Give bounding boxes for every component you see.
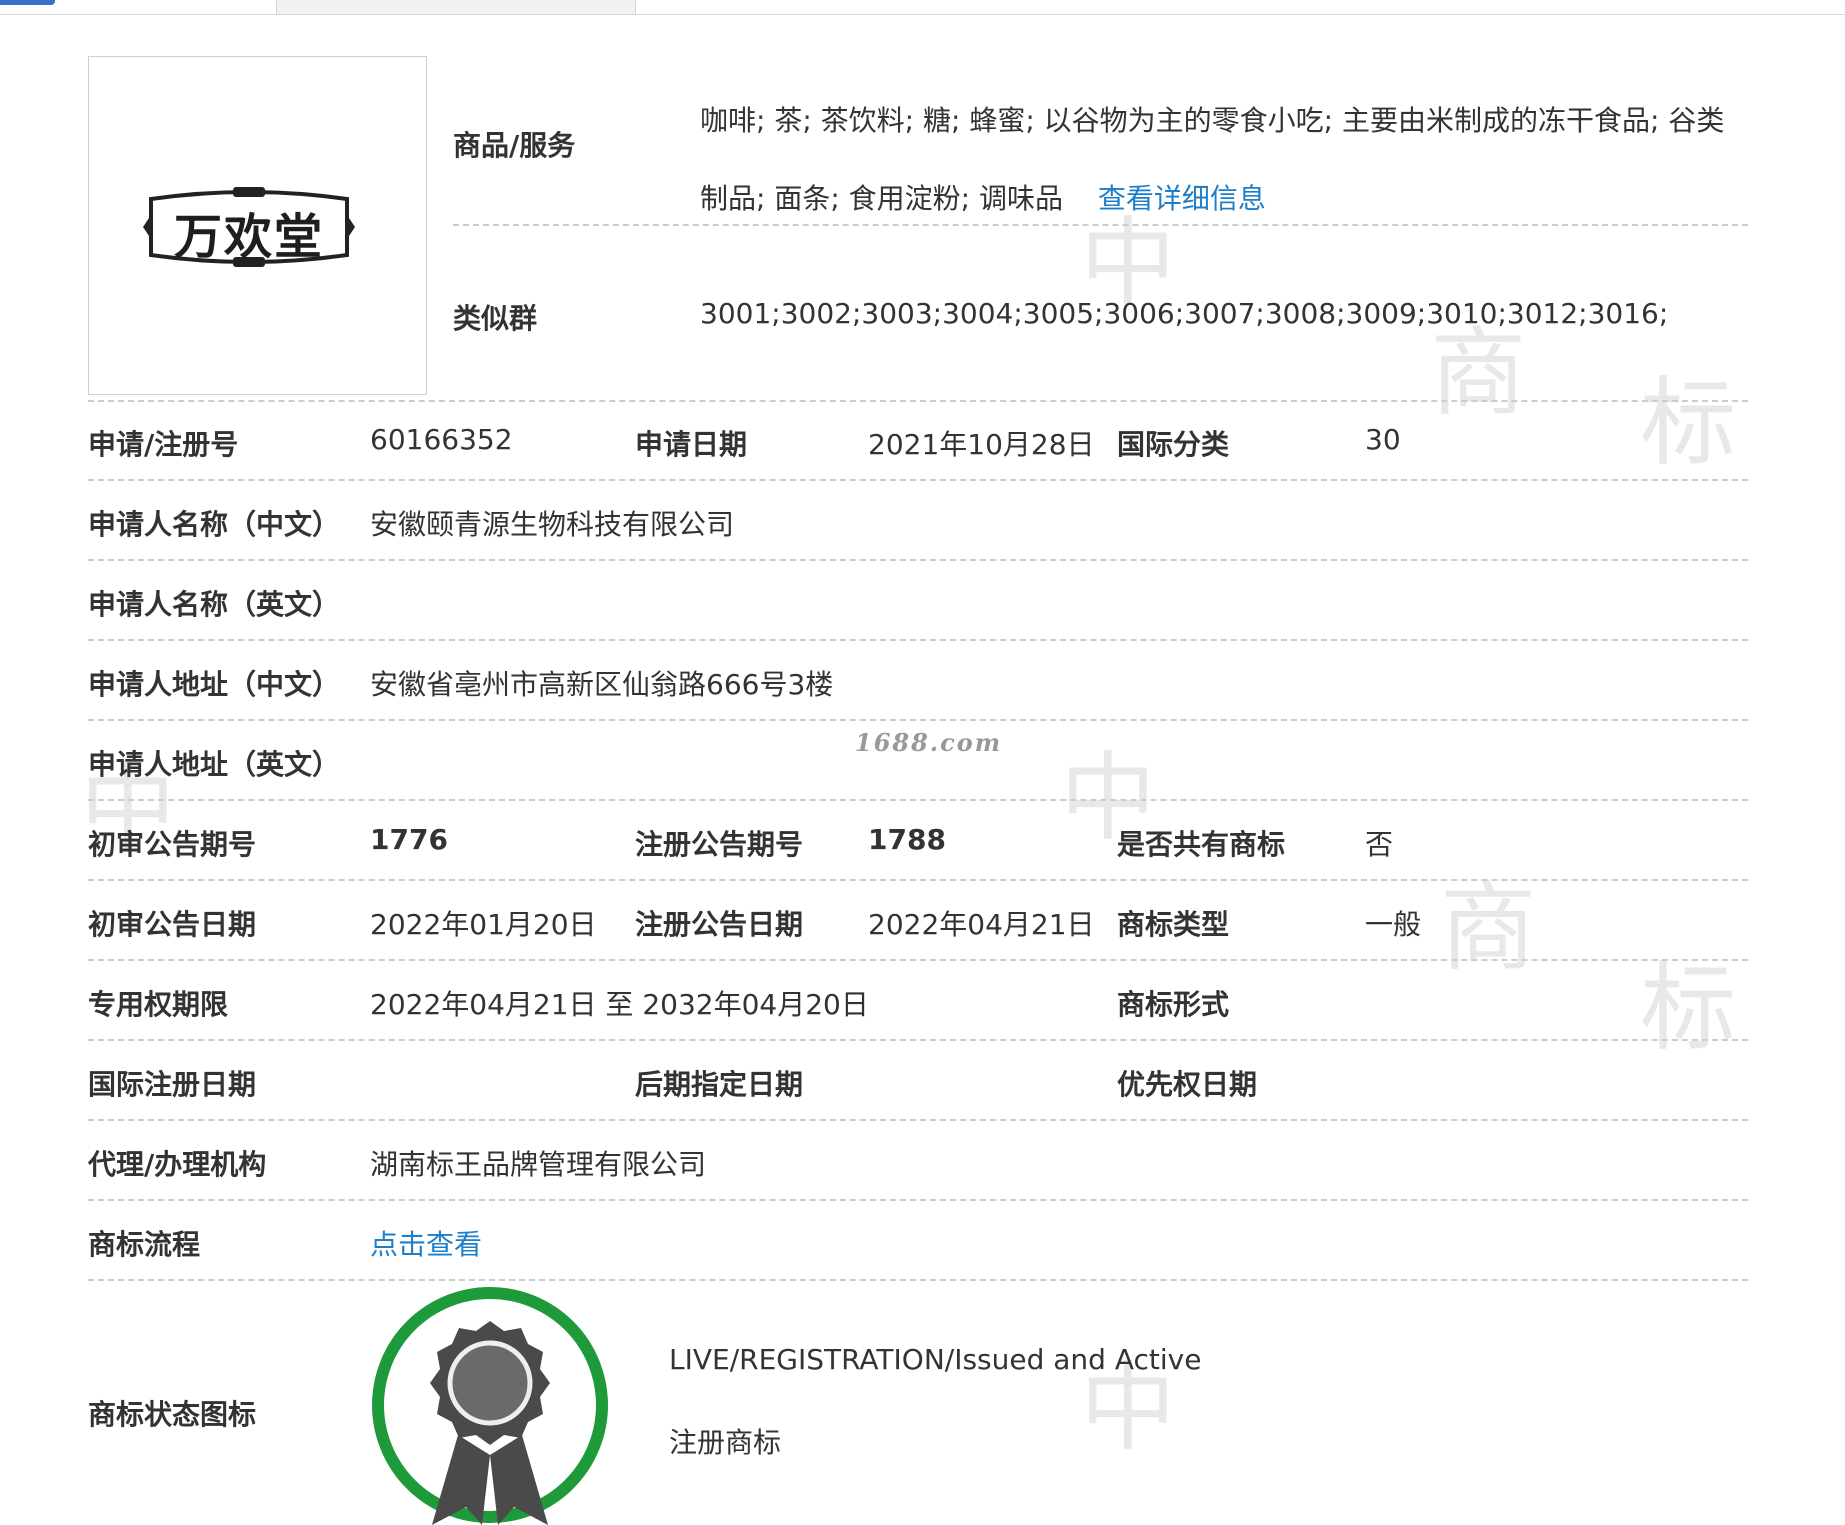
watermark-glyph: 标 (1640, 952, 1736, 1064)
shared-mark-label: 是否共有商标 (1117, 828, 1286, 861)
address-en-label: 申请人地址（英文） (88, 748, 341, 781)
divider (88, 639, 1748, 641)
reg-date-value: 2022年04月21日 (868, 908, 1095, 941)
watermark-1688: 1688.com (855, 728, 1003, 757)
divider (88, 479, 1748, 481)
reg-issue-label: 注册公告期号 (635, 828, 804, 861)
process-label: 商标流程 (88, 1228, 201, 1261)
process-view-link[interactable]: 点击查看 (370, 1223, 482, 1263)
goods-services-value: 咖啡; 茶; 茶饮料; 糖; 蜂蜜; 以谷物为主的零食小吃; 主要由米制成的冻干… (700, 82, 1745, 238)
exclusive-period-label: 专用权期限 (88, 988, 229, 1021)
address-cn-label: 申请人地址（中文） (88, 668, 341, 701)
divider (88, 719, 1748, 721)
intl-reg-date-label: 国际注册日期 (88, 1068, 257, 1101)
divider (88, 799, 1748, 801)
browser-tab[interactable] (276, 0, 636, 14)
applicant-en-label: 申请人名称（英文） (88, 588, 341, 621)
shared-mark-value: 否 (1365, 828, 1394, 861)
trademark-logo-text: 万欢堂 (173, 209, 324, 265)
similar-group-value: 3001;3002;3003;3004;3005;3006;3007;3008;… (700, 297, 1669, 330)
later-designation-date-label: 后期指定日期 (635, 1068, 804, 1101)
prelim-date-label: 初审公告日期 (88, 908, 257, 941)
agency-label: 代理/办理机构 (88, 1148, 267, 1181)
status-text-en: LIVE/REGISTRATION/Issued and Active (669, 1343, 1202, 1376)
watermark-glyph: 标 (1640, 367, 1736, 479)
divider (88, 959, 1748, 961)
priority-date-label: 优先权日期 (1117, 1068, 1258, 1101)
address-cn-value: 安徽省亳州市高新区仙翁路666号3楼 (370, 668, 834, 701)
status-text-cn: 注册商标 (669, 1426, 782, 1459)
reg-issue-value: 1788 (868, 823, 946, 856)
app-date-label: 申请日期 (635, 428, 748, 461)
app-date-value: 2021年10月28日 (868, 428, 1095, 461)
prelim-issue-value: 1776 (370, 823, 448, 856)
divider (88, 559, 1748, 561)
reg-no-value: 60166352 (370, 423, 513, 456)
divider (88, 1039, 1748, 1041)
reg-no-label: 申请/注册号 (88, 428, 239, 461)
mark-type-value: 一般 (1365, 908, 1422, 941)
view-details-link[interactable]: 查看详细信息 (1098, 182, 1266, 215)
exclusive-period-value: 2022年04月21日 至 2032年04月20日 (370, 988, 869, 1021)
browser-tab-icon[interactable] (0, 0, 55, 5)
divider (453, 224, 1748, 226)
prelim-issue-label: 初审公告期号 (88, 828, 257, 861)
goods-services-label: 商品/服务 (453, 129, 576, 162)
divider (88, 1119, 1748, 1121)
mark-type-label: 商标类型 (1117, 908, 1230, 941)
watermark-glyph: 商 (1430, 317, 1526, 429)
mark-form-label: 商标形式 (1117, 988, 1230, 1021)
intl-class-label: 国际分类 (1117, 428, 1230, 461)
applicant-cn-value: 安徽颐青源生物科技有限公司 (370, 508, 735, 541)
divider (88, 879, 1748, 881)
reg-date-label: 注册公告日期 (635, 908, 804, 941)
watermark-glyph: 商 (1440, 872, 1536, 984)
registered-status-badge-icon (372, 1287, 608, 1525)
status-icon-label: 商标状态图标 (88, 1398, 257, 1431)
applicant-cn-label: 申请人名称（中文） (88, 508, 341, 541)
divider (88, 1279, 1748, 1281)
trademark-image: 万欢堂 (88, 56, 427, 395)
prelim-date-value: 2022年01月20日 (370, 908, 597, 941)
browser-tab-strip (0, 0, 1845, 15)
similar-group-label: 类似群 (453, 302, 538, 335)
agency-value: 湖南标王品牌管理有限公司 (370, 1148, 707, 1181)
divider (88, 400, 1748, 402)
divider (88, 1199, 1748, 1201)
intl-class-value: 30 (1365, 423, 1401, 456)
